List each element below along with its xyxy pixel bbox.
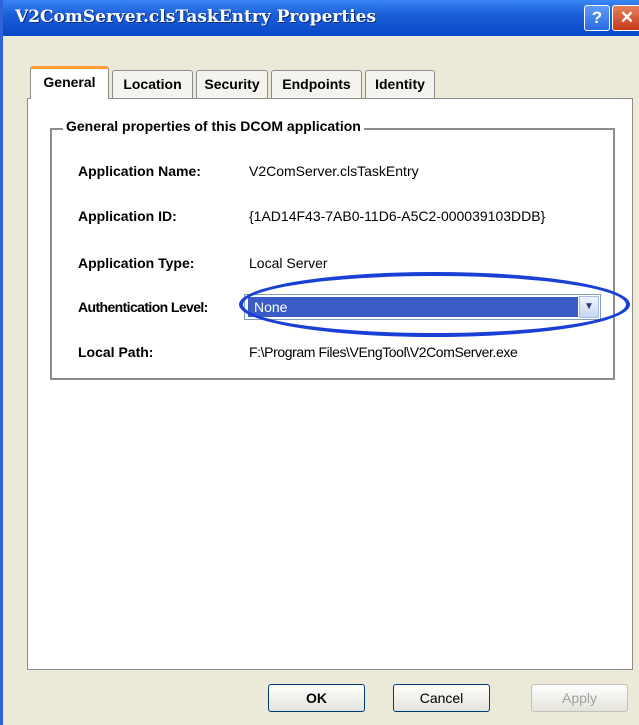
apply-button[interactable]: Apply xyxy=(531,684,628,712)
application-id-label: Application ID: xyxy=(78,208,177,224)
application-type-value: Local Server xyxy=(249,255,328,271)
annotation-ellipse xyxy=(239,272,630,337)
help-button[interactable]: ? xyxy=(584,5,610,31)
local-path-label: Local Path: xyxy=(78,344,154,360)
authentication-level-label: Authentication Level: xyxy=(78,299,208,315)
application-id-value: {1AD14F43-7AB0-11D6-A5C2-000039103DDB} xyxy=(249,208,546,224)
tab-security[interactable]: Security xyxy=(196,70,268,98)
tab-general[interactable]: General xyxy=(30,66,109,99)
help-icon: ? xyxy=(591,8,603,27)
local-path-value: F:\Program Files\VEngTool\V2ComServer.ex… xyxy=(249,344,518,360)
tab-location[interactable]: Location xyxy=(112,70,193,98)
ok-button[interactable]: OK xyxy=(268,684,365,712)
tab-endpoints[interactable]: Endpoints xyxy=(271,70,362,98)
application-name-label: Application Name: xyxy=(78,163,201,179)
group-title: General properties of this DCOM applicat… xyxy=(63,118,364,134)
title-bar[interactable]: V2ComServer.clsTaskEntry Properties ? ✕ xyxy=(3,0,639,36)
tab-identity[interactable]: Identity xyxy=(365,70,435,98)
application-name-value: V2ComServer.clsTaskEntry xyxy=(249,163,419,179)
window-title: V2ComServer.clsTaskEntry Properties xyxy=(15,7,377,27)
close-button[interactable]: ✕ xyxy=(612,5,639,31)
close-icon: ✕ xyxy=(619,8,635,27)
properties-dialog: V2ComServer.clsTaskEntry Properties ? ✕ … xyxy=(0,0,639,725)
cancel-button[interactable]: Cancel xyxy=(393,684,490,712)
application-type-label: Application Type: xyxy=(78,255,195,271)
